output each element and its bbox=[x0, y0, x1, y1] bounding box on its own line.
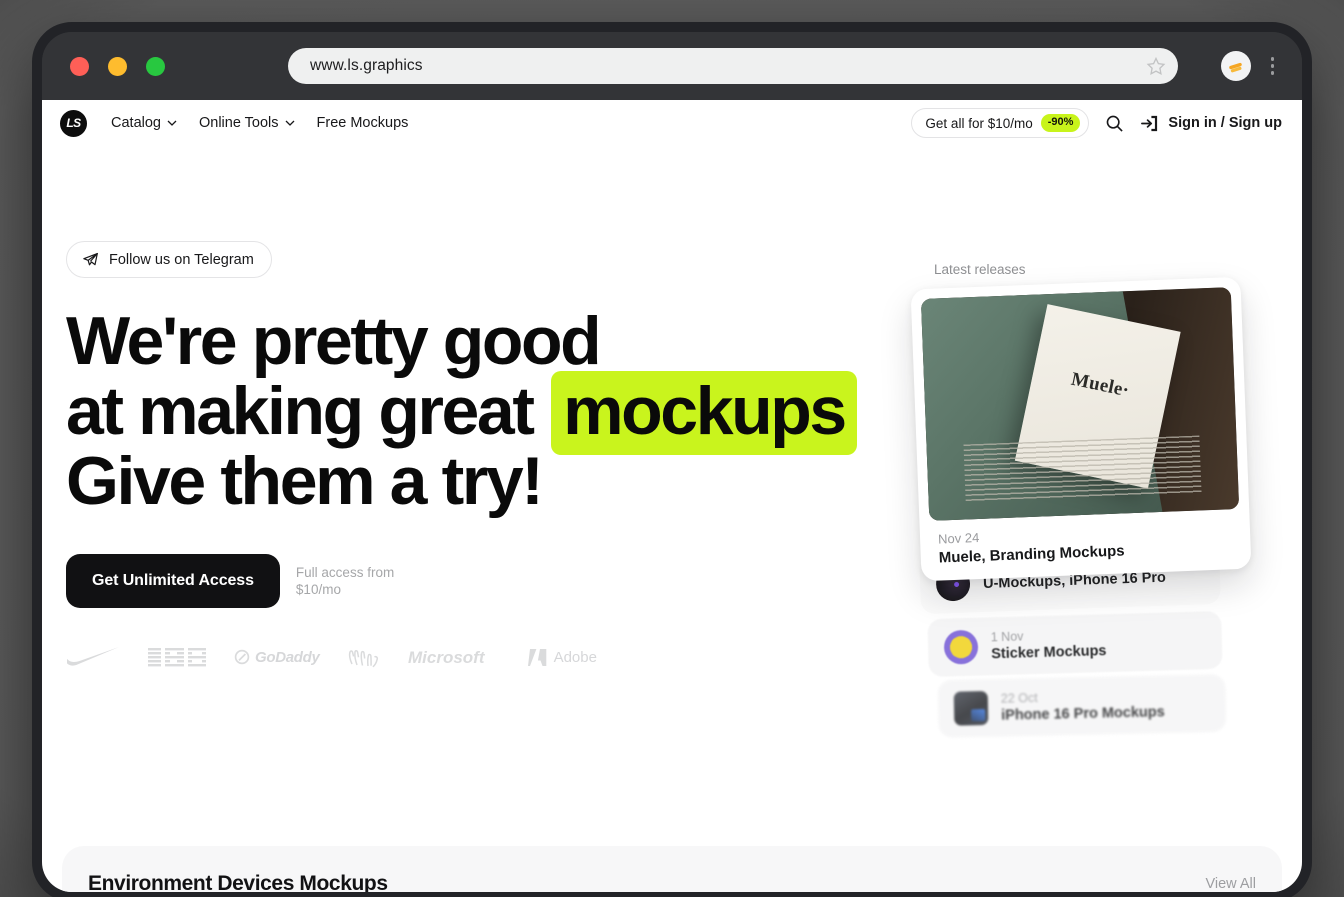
promo-pill-button[interactable]: Get all for $10/mo -90% bbox=[911, 108, 1090, 138]
wix-hand-logo-icon bbox=[348, 650, 378, 668]
adobe-logo-icon: Adobe bbox=[527, 648, 597, 667]
promo-discount-badge: -90% bbox=[1040, 114, 1081, 132]
section-title: Environment Devices Mockups bbox=[88, 872, 388, 892]
get-unlimited-access-button[interactable]: Get Unlimited Access bbox=[66, 554, 280, 608]
ibm-logo-icon bbox=[148, 648, 206, 667]
promo-pill-label: Get all for $10/mo bbox=[925, 115, 1033, 131]
godaddy-wordmark: GoDaddy bbox=[255, 648, 320, 666]
release-item-title: Sticker Mockups bbox=[991, 643, 1107, 663]
release-item-text: 1 Nov Sticker Mockups bbox=[991, 627, 1107, 662]
url-text: www.ls.graphics bbox=[310, 57, 423, 74]
section-header: Environment Devices Mockups View All bbox=[88, 872, 1256, 892]
headline-highlight: mockups bbox=[551, 371, 857, 455]
page-viewport: LS Catalog Online Tools Free Mockups Get… bbox=[42, 100, 1302, 892]
maximize-window-button[interactable] bbox=[146, 56, 165, 76]
view-all-link[interactable]: View All bbox=[1205, 876, 1256, 892]
release-item-thumbnail bbox=[943, 629, 979, 665]
hero-section: Follow us on Telegram We're pretty good … bbox=[42, 146, 1302, 782]
window-traffic-lights bbox=[70, 56, 165, 76]
bookmark-star-icon[interactable] bbox=[1146, 56, 1166, 76]
releases-stack: Muele· Nov 24 Muele, Branding Mockups U-… bbox=[910, 276, 1276, 743]
minimize-window-button[interactable] bbox=[108, 56, 127, 76]
address-bar[interactable]: www.ls.graphics bbox=[288, 48, 1178, 84]
nav-item-online-tools[interactable]: Online Tools bbox=[199, 115, 295, 131]
cta-note-line-1: Full access from bbox=[295, 565, 395, 580]
telegram-follow-label: Follow us on Telegram bbox=[109, 251, 254, 268]
nav-right-controls: Get all for $10/mo -90% Sign in / Sign u… bbox=[911, 108, 1282, 138]
telegram-icon bbox=[83, 252, 98, 266]
profile-avatar-icon[interactable] bbox=[1220, 51, 1251, 81]
sign-in-button[interactable]: Sign in / Sign up bbox=[1140, 114, 1282, 133]
featured-release-thumbnail: Muele· bbox=[920, 287, 1240, 521]
godaddy-logo-icon: GoDaddy bbox=[234, 649, 320, 666]
site-navigation: LS Catalog Online Tools Free Mockups Get… bbox=[42, 100, 1302, 146]
close-window-button[interactable] bbox=[70, 56, 89, 76]
featured-release-card[interactable]: Muele· Nov 24 Muele, Branding Mockups bbox=[910, 276, 1252, 582]
release-item-text: 22 Oct iPhone 16 Pro Mockups bbox=[1000, 688, 1165, 724]
release-item-title: iPhone 16 Pro Mockups bbox=[1001, 704, 1165, 724]
nav-item-catalog[interactable]: Catalog bbox=[111, 115, 177, 131]
headline-line-2: at making great bbox=[66, 373, 535, 449]
release-list-item[interactable]: 22 Oct iPhone 16 Pro Mockups bbox=[937, 673, 1227, 739]
avatar-glyph bbox=[1228, 62, 1242, 73]
kebab-menu-icon[interactable] bbox=[1265, 53, 1281, 79]
thumb-wordmark: Muele· bbox=[1069, 368, 1132, 402]
headline-line-3: Give them a try! bbox=[66, 443, 544, 519]
release-list-item[interactable]: 1 Nov Sticker Mockups bbox=[927, 610, 1223, 678]
cta-note-line-2: $10/mo bbox=[295, 582, 341, 597]
svg-text:Microsoft: Microsoft bbox=[408, 648, 486, 667]
browser-window: www.ls.graphics LS Catalog Online Tools … bbox=[32, 22, 1312, 897]
search-icon[interactable] bbox=[1105, 114, 1124, 133]
latest-releases-label: Latest releases bbox=[934, 262, 1026, 277]
adobe-mark bbox=[527, 648, 546, 666]
microsoft-logo-icon: Microsoft bbox=[408, 648, 486, 667]
chrome-right-controls bbox=[1220, 51, 1281, 81]
nike-logo-icon bbox=[67, 647, 119, 666]
cta-note: Full access from $10/mo bbox=[296, 564, 394, 598]
nav-item-catalog-label: Catalog bbox=[111, 115, 161, 131]
release-item-date: 1 Nov bbox=[990, 629, 1024, 645]
nav-item-free-mockups[interactable]: Free Mockups bbox=[317, 115, 409, 131]
sign-in-icon bbox=[1141, 115, 1158, 131]
latest-releases-panel: Latest releases Muele· Nov 24 Muele, Bra… bbox=[910, 262, 1276, 743]
brand-logo-text: LS bbox=[66, 116, 81, 130]
brand-logo-icon[interactable]: LS bbox=[60, 109, 87, 137]
telegram-follow-button[interactable]: Follow us on Telegram bbox=[66, 241, 272, 278]
environment-devices-section: Environment Devices Mockups View All bbox=[62, 846, 1282, 892]
thumb-text-lines bbox=[963, 435, 1202, 502]
sign-in-label: Sign in / Sign up bbox=[1168, 115, 1282, 131]
release-item-date: 22 Oct bbox=[1000, 690, 1038, 706]
nav-links: Catalog Online Tools Free Mockups bbox=[111, 115, 408, 131]
adobe-wordmark: Adobe bbox=[553, 648, 597, 666]
nav-item-online-tools-label: Online Tools bbox=[198, 115, 279, 131]
chevron-down-icon bbox=[167, 120, 177, 126]
search-glyph bbox=[1107, 115, 1124, 132]
release-item-thumbnail bbox=[953, 690, 989, 726]
chevron-down-icon bbox=[285, 120, 294, 126]
nav-item-free-mockups-label: Free Mockups bbox=[316, 115, 409, 131]
godaddy-mark bbox=[234, 649, 250, 665]
headline-line-1: We're pretty good bbox=[66, 303, 602, 379]
browser-chrome-bar: www.ls.graphics bbox=[42, 32, 1302, 100]
